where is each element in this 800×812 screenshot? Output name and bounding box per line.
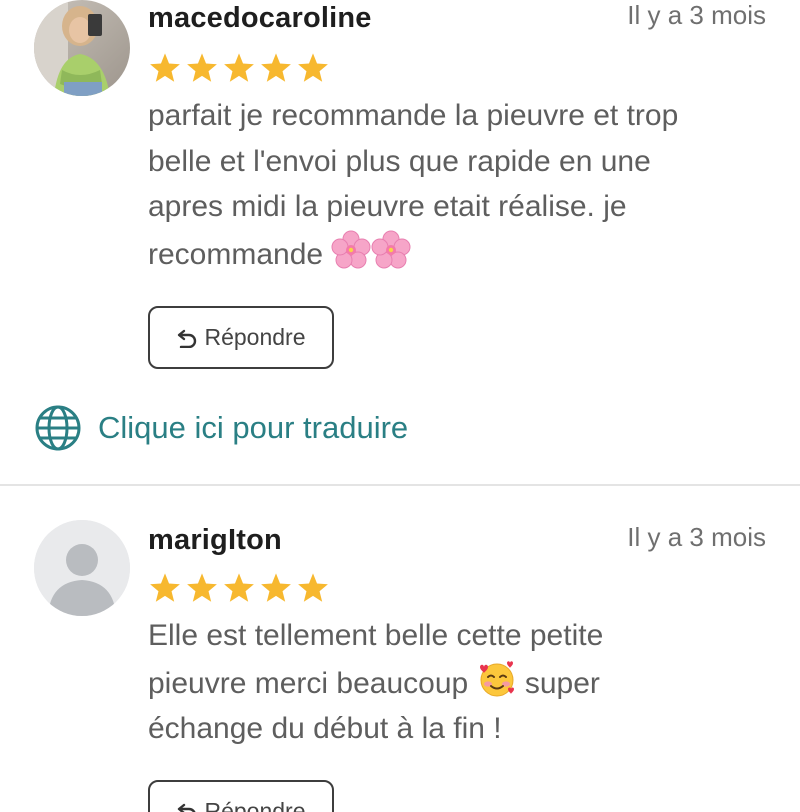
user-photo-icon (34, 0, 130, 96)
star-icon (150, 573, 180, 602)
avatar[interactable] (34, 0, 130, 96)
review-text: parfait je recommande la pieuvre et trop… (148, 93, 778, 277)
review-text-line-with-emoji: recommande (148, 230, 778, 278)
smiling-face-with-hearts-emoji-icon (479, 660, 514, 696)
star-icon (298, 573, 328, 602)
review-text-line: échange du début à la fin ! (148, 712, 502, 745)
star-icon (298, 53, 328, 82)
star-icon (187, 53, 217, 82)
divider (0, 484, 800, 486)
review-timestamp: Il y a 3 mois (627, 0, 766, 30)
reply-arrow-icon (178, 803, 197, 812)
review-text: Elle est tellement belle cette petite pi… (148, 613, 778, 752)
star-rating (148, 572, 330, 604)
reply-button-label: Répondre (204, 324, 306, 350)
star-icon (150, 53, 180, 82)
reply-button-label: Répondre (204, 798, 306, 812)
translate-link[interactable]: Clique ici pour traduire (34, 404, 408, 452)
globe-icon (35, 405, 81, 451)
default-user-icon (34, 520, 130, 616)
review-text-line-suffix: super (524, 666, 600, 700)
reviewer-name[interactable]: macedocaroline (148, 2, 372, 35)
cherry-blossom-emoji-icon (371, 230, 411, 268)
review-text-line: recommande (148, 237, 324, 271)
star-icon (187, 573, 217, 602)
star-icon (261, 53, 291, 82)
star-rating (148, 52, 330, 84)
review-text-line: Elle est tellement belle cette petite (148, 619, 604, 652)
review-text-line: parfait je recommande la pieuvre et trop (148, 99, 679, 132)
reply-arrow-icon (178, 329, 197, 348)
star-icon (224, 573, 254, 602)
review-text-line: pieuvre merci beaucoup (148, 666, 469, 700)
translate-label: Clique ici pour traduire (98, 410, 409, 445)
review-timestamp: Il y a 3 mois (627, 522, 766, 552)
star-icon (224, 53, 254, 82)
star-icon (261, 573, 291, 602)
reviewer-name[interactable]: marigIton (148, 524, 282, 557)
cherry-blossom-emoji-icon (331, 230, 371, 268)
review-text-line-with-emoji: pieuvre merci beaucoup super (148, 659, 778, 707)
avatar[interactable] (34, 520, 130, 616)
review-text-line: apres midi la pieuvre etait réalise. je (148, 190, 627, 223)
reviews-page: macedocaroline Il y a 3 mois parfait je … (0, 0, 800, 812)
review-text-line: belle et l'envoi plus que rapide en une (148, 144, 651, 178)
reply-button[interactable]: Répondre (148, 306, 334, 369)
reply-button[interactable]: Répondre (148, 780, 334, 812)
